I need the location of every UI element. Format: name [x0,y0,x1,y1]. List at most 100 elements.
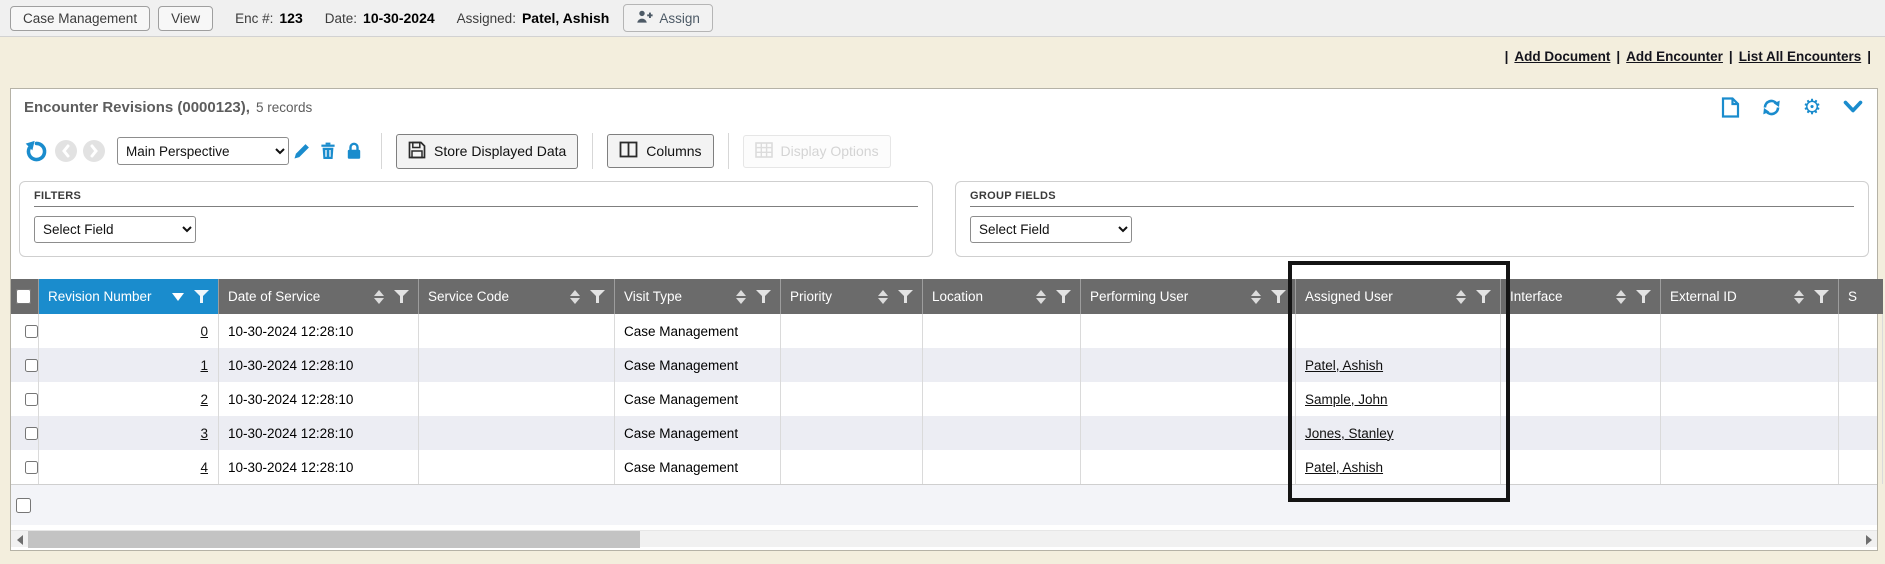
assigned-user-link[interactable]: Patel, Ashish [1305,460,1383,475]
list-all-encounters-link[interactable]: List All Encounters [1739,49,1862,64]
link-separator: | [1867,49,1871,64]
encounter-number-field: Enc #: 123 [235,10,303,26]
filter-funnel-icon[interactable] [1814,290,1829,303]
sort-icon[interactable] [1036,290,1046,304]
toolbar-divider [592,133,593,169]
revision-number-link[interactable]: 4 [200,460,208,475]
row-checkbox[interactable] [25,324,38,339]
service-code-cell [419,416,615,450]
scrollbar-thumb[interactable] [28,531,640,548]
new-document-icon[interactable] [1719,96,1741,118]
row-checkbox[interactable] [25,358,38,373]
assigned-user-link[interactable]: Jones, Stanley [1305,426,1394,441]
link-separator: | [1616,49,1620,64]
assigned-user-link[interactable]: Sample, John [1305,392,1388,407]
store-button-label: Store Displayed Data [434,143,566,159]
interface-cell [1501,348,1661,382]
sort-icon[interactable] [374,290,384,304]
filter-funnel-icon[interactable] [194,290,209,303]
new-row-strip [11,485,1877,525]
perspective-select[interactable]: Main Perspective [117,137,289,165]
nav-previous-icon[interactable] [55,140,77,162]
location-cell [923,314,1081,348]
revision-number-link[interactable]: 0 [200,324,208,339]
lock-icon[interactable] [341,138,367,164]
column-header-revision-number[interactable]: Revision Number [39,279,219,314]
filter-funnel-icon[interactable] [1271,290,1286,303]
new-row-checkbox[interactable] [16,498,31,513]
case-management-button[interactable]: Case Management [10,6,150,31]
column-header-service-code[interactable]: Service Code [419,279,615,314]
column-header-cutoff[interactable]: S [1839,279,1883,314]
revision-number-link[interactable]: 3 [200,426,208,441]
horizontal-scrollbar[interactable] [11,530,1877,547]
sort-icon[interactable] [1251,290,1261,304]
filter-funnel-icon[interactable] [394,290,409,303]
filter-section: FILTERS Select Field GROUP FIELDS Select… [19,181,1869,257]
sort-icon[interactable] [736,290,746,304]
column-header-external-id[interactable]: External ID [1661,279,1839,314]
performing-user-cell [1081,382,1296,416]
filter-funnel-icon[interactable] [1476,290,1491,303]
column-header-visit-type[interactable]: Visit Type [615,279,781,314]
scroll-left-arrow-icon[interactable] [11,531,28,548]
edit-pencil-icon[interactable] [289,138,315,164]
quick-links: | Add Document | Add Encounter | List Al… [1505,49,1871,64]
sort-icon[interactable] [570,290,580,304]
add-document-link[interactable]: Add Document [1514,49,1610,64]
undo-icon[interactable] [23,138,49,164]
sort-icon[interactable] [878,290,888,304]
select-all-checkbox[interactable] [16,289,31,304]
row-checkbox[interactable] [25,460,38,475]
location-cell [923,416,1081,450]
interface-cell [1501,450,1661,484]
display-options-button: Display Options [743,135,891,168]
assigned-label: Assigned: [457,11,516,26]
revision-number-link[interactable]: 1 [200,358,208,373]
service-code-cell [419,450,615,484]
store-displayed-data-button[interactable]: Store Displayed Data [396,134,578,169]
filter-funnel-icon[interactable] [898,290,913,303]
filter-funnel-icon[interactable] [590,290,605,303]
sort-icon[interactable] [1794,290,1804,304]
filters-field-select[interactable]: Select Field [34,216,196,243]
columns-button[interactable]: Columns [607,134,713,168]
view-button[interactable]: View [158,6,213,31]
select-all-checkbox-cell [11,279,39,314]
date-label: Date: [325,11,357,26]
sort-icon[interactable] [1616,290,1626,304]
column-header-performing-user[interactable]: Performing User [1081,279,1296,314]
location-cell [923,348,1081,382]
filter-funnel-icon[interactable] [1056,290,1071,303]
gear-icon[interactable]: ⚙ [1801,96,1823,118]
filter-funnel-icon[interactable] [756,290,771,303]
performing-user-cell [1081,450,1296,484]
row-checkbox[interactable] [25,426,38,441]
nav-next-icon[interactable] [83,140,105,162]
filter-funnel-icon[interactable] [1636,290,1651,303]
chevron-down-icon[interactable] [1842,96,1864,118]
date-of-service-cell: 10-30-2024 12:28:10 [219,348,419,382]
add-encounter-link[interactable]: Add Encounter [1626,49,1723,64]
refresh-icon[interactable] [1760,96,1782,118]
column-header-location[interactable]: Location [923,279,1081,314]
sort-desc-icon[interactable] [172,293,184,301]
sort-icon[interactable] [1456,290,1466,304]
delete-trash-icon[interactable] [315,138,341,164]
column-header-interface[interactable]: Interface [1501,279,1661,314]
assigned-field: Assigned: Patel, Ashish [457,10,610,26]
group-fields-select[interactable]: Select Field [970,216,1132,243]
scroll-right-arrow-icon[interactable] [1860,531,1877,548]
date-of-service-cell: 10-30-2024 12:28:10 [219,416,419,450]
interface-cell [1501,416,1661,450]
assign-button[interactable]: Assign [623,4,713,32]
column-header-priority[interactable]: Priority [781,279,923,314]
assigned-user-link[interactable]: Patel, Ashish [1305,358,1383,373]
column-header-assigned-user[interactable]: Assigned User [1296,279,1501,314]
group-fields-divider [970,206,1854,207]
column-header-date-of-service[interactable]: Date of Service [219,279,419,314]
filters-box: FILTERS Select Field [19,181,933,257]
cutoff-cell [1839,450,1883,484]
row-checkbox[interactable] [25,392,38,407]
revision-number-link[interactable]: 2 [200,392,208,407]
